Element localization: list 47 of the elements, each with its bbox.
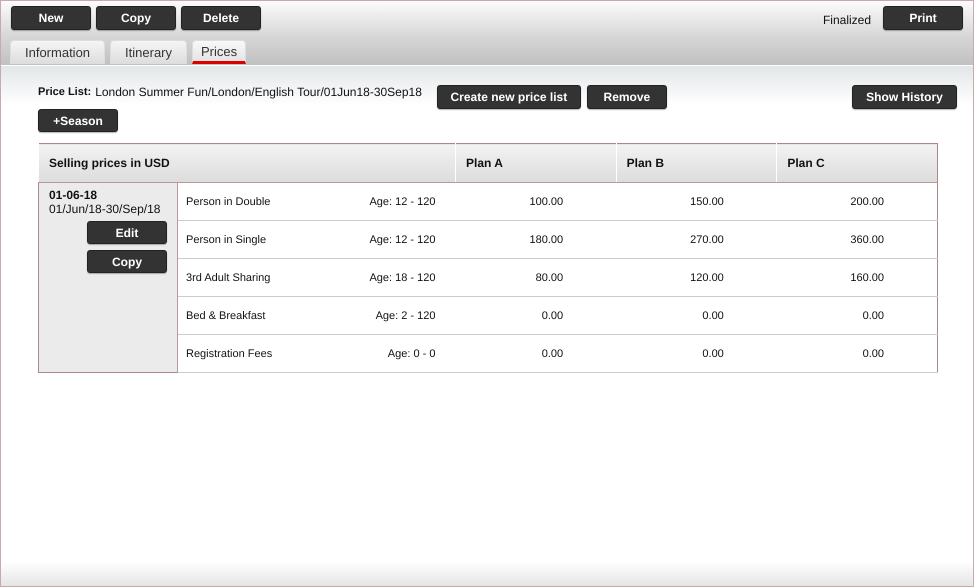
table-cell: 3rd Adult Sharing bbox=[178, 258, 316, 296]
table-cell: 0.00 bbox=[616, 296, 777, 334]
print-button[interactable]: Print bbox=[883, 6, 963, 30]
table-cell: 0.00 bbox=[456, 334, 616, 372]
table-cell: Age: 2 - 120 bbox=[316, 296, 456, 334]
price-list-button[interactable]: Remove bbox=[586, 85, 667, 109]
price-list-button[interactable]: Create new price list bbox=[436, 85, 581, 109]
add-season-button[interactable]: +Season bbox=[38, 109, 118, 132]
toolbar-button[interactable]: Delete bbox=[181, 6, 261, 30]
season-code: 01-06-18 bbox=[49, 188, 98, 202]
table-cell: 270.00 bbox=[616, 220, 777, 258]
toolbar-button[interactable]: New bbox=[11, 6, 91, 30]
toolbar-button[interactable]: Copy bbox=[96, 6, 176, 30]
row-action-button[interactable]: Edit bbox=[87, 221, 167, 244]
price-list-label: Price List: bbox=[38, 86, 92, 99]
table-cell: 360.00 bbox=[776, 220, 938, 258]
table-cell: Age: 0 - 0 bbox=[316, 334, 456, 372]
table-cell: 150.00 bbox=[616, 182, 777, 220]
table-cell: Age: 12 - 120 bbox=[316, 220, 456, 258]
table-cell: 0.00 bbox=[616, 334, 777, 372]
column-header: Plan B bbox=[616, 144, 777, 182]
table-cell: 120.00 bbox=[616, 258, 777, 296]
table-cell: Registration Fees bbox=[178, 334, 316, 372]
table-cell: 100.00 bbox=[456, 182, 616, 220]
table-cell: Age: 18 - 120 bbox=[316, 258, 456, 296]
table-cell: 200.00 bbox=[776, 182, 938, 220]
table-cell: 0.00 bbox=[776, 296, 938, 334]
row-action-button[interactable]: Copy bbox=[87, 250, 167, 273]
table-cell: 160.00 bbox=[776, 258, 938, 296]
table-cell: 0.00 bbox=[776, 334, 938, 372]
table-cell: Bed & Breakfast bbox=[178, 296, 316, 334]
column-header: Plan C bbox=[776, 144, 938, 182]
table-cell: Person in Double bbox=[178, 182, 316, 220]
table-cell: Age: 12 - 120 bbox=[316, 182, 456, 220]
table-cell: 180.00 bbox=[456, 220, 616, 258]
show-history-button[interactable]: Show History bbox=[852, 85, 957, 109]
price-list-name: London Summer Fun/London/English Tour/01Jun18-30Sep18 bbox=[95, 85, 422, 99]
season-range: 01/Jun/18-30/Sep/18 bbox=[49, 202, 160, 216]
table-cell: 0.00 bbox=[456, 296, 616, 334]
column-header: Selling prices in USD bbox=[38, 144, 456, 182]
status-label: Finalized bbox=[822, 13, 871, 27]
tab[interactable]: Information bbox=[10, 40, 106, 64]
tab[interactable]: Prices bbox=[192, 40, 246, 64]
table-cell: 80.00 bbox=[456, 258, 616, 296]
table-cell: Person in Single bbox=[178, 220, 316, 258]
tab[interactable]: Itinerary bbox=[110, 40, 188, 64]
column-header: Plan A bbox=[456, 144, 616, 182]
